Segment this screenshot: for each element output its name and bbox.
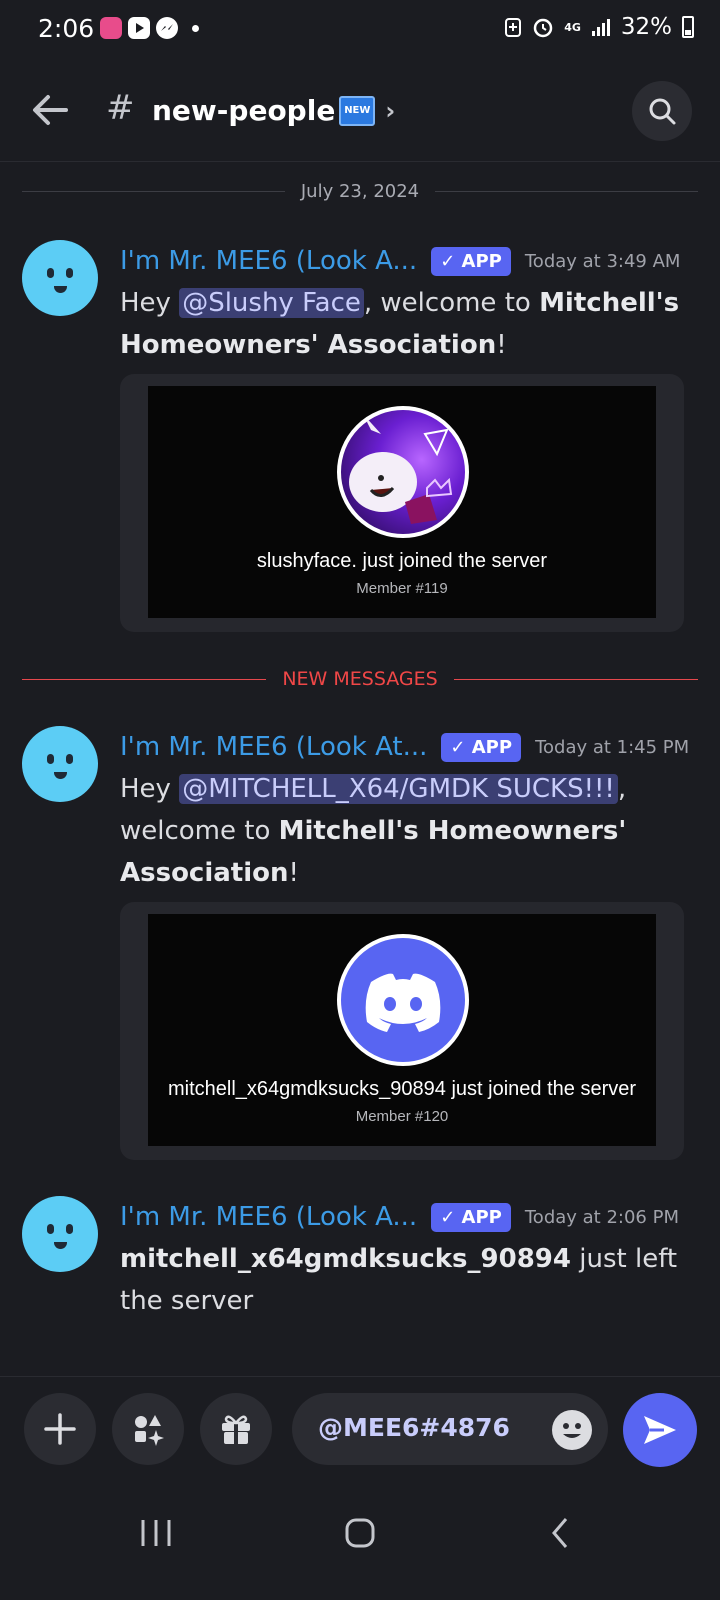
search-icon <box>649 98 676 125</box>
gift-icon <box>222 1415 250 1444</box>
network-type: 4G <box>564 20 581 34</box>
joined-text: mitchell_x64gmdksucks_90894 just joined … <box>167 1078 637 1100</box>
attach-button[interactable] <box>24 1393 96 1465</box>
date-divider-label: July 23, 2024 <box>300 180 420 202</box>
date-divider: July 23, 2024 <box>22 176 698 206</box>
youtube-icon <box>128 17 150 39</box>
emoji-smile-icon <box>563 1423 581 1438</box>
welcome-card-image: mitchell_x64gmdksucks_90894 just joined … <box>148 914 656 1146</box>
joined-text: slushyface. just joined the server <box>256 550 548 572</box>
home-button[interactable] <box>330 1508 390 1558</box>
message-timestamp: Today at 3:49 AM <box>524 250 681 272</box>
app-notification-icon <box>100 17 122 39</box>
chevron-right-icon: › <box>385 96 396 125</box>
home-icon <box>345 1518 375 1548</box>
message-text: mitchell_x64gmdksucks_90894 just left th… <box>120 1244 678 1316</box>
system-nav-bar <box>0 1480 720 1600</box>
user-mention[interactable]: @MITCHELL_X64/GMDK SUCKS!!! <box>179 774 618 804</box>
message-header: I'm Mr. MEE6 (Look A... ✓ APP Today at 2… <box>120 1198 700 1236</box>
gift-button[interactable] <box>200 1393 272 1465</box>
avatar[interactable] <box>22 726 98 802</box>
message-author[interactable]: I'm Mr. MEE6 (Look A... <box>120 246 417 276</box>
status-bar: 2:06 4G 32% <box>0 0 720 62</box>
arrow-left-icon <box>33 95 68 125</box>
message-composer: @MEE6#4876 <box>0 1376 720 1480</box>
apps-sparkle-icon <box>135 1415 164 1446</box>
send-button[interactable] <box>623 1393 697 1467</box>
discord-icon <box>365 973 441 1032</box>
message-author[interactable]: I'm Mr. MEE6 (Look At... <box>120 732 427 762</box>
status-time: 2:06 <box>38 14 95 43</box>
apps-button[interactable] <box>112 1393 184 1465</box>
avatar[interactable] <box>22 1196 98 1272</box>
battery-saver-icon <box>505 18 522 37</box>
notification-icons <box>100 17 199 39</box>
member-number: Member #120 <box>355 1108 449 1125</box>
messenger-icon <box>156 17 178 39</box>
member-number: Member #119 <box>356 580 448 597</box>
welcome-card[interactable]: slushyface. just joined the server Membe… <box>120 374 684 632</box>
app-badge: ✓ APP <box>431 246 511 276</box>
message-text: Hey @MITCHELL_X64/GMDK SUCKS!!!, welcome… <box>120 774 627 888</box>
avatar[interactable] <box>22 240 98 316</box>
recent-apps-icon <box>141 1520 171 1546</box>
emoji-button[interactable] <box>552 1410 592 1450</box>
signal-icon <box>591 19 610 36</box>
app-badge: ✓ APP <box>431 1202 511 1232</box>
message-input[interactable]: @MEE6#4876 <box>292 1393 608 1465</box>
chevron-left-icon <box>552 1518 568 1548</box>
system-back-button[interactable] <box>530 1508 590 1558</box>
welcome-card-image: slushyface. just joined the server Membe… <box>148 386 656 618</box>
search-button[interactable] <box>632 81 692 141</box>
channel-title[interactable]: new-people NEW › <box>152 94 395 127</box>
send-icon <box>644 1416 676 1444</box>
member-avatar <box>337 406 469 538</box>
welcome-card[interactable]: mitchell_x64gmdksucks_90894 just joined … <box>120 902 684 1160</box>
plus-icon <box>44 1413 76 1445</box>
message-timestamp: Today at 2:06 PM <box>524 1206 679 1228</box>
discord-default-avatar <box>337 934 469 1066</box>
username: mitchell_x64gmdksucks_90894 <box>120 1244 571 1274</box>
message-text: Hey @Slushy Face, welcome to Mitchell's … <box>120 288 680 360</box>
message-author[interactable]: I'm Mr. MEE6 (Look A... <box>120 1202 417 1232</box>
recent-apps-button[interactable] <box>126 1508 186 1558</box>
back-button[interactable] <box>30 90 70 130</box>
message-header: I'm Mr. MEE6 (Look A... ✓ APP Today at 3… <box>120 242 700 280</box>
battery-icon <box>682 16 694 38</box>
message-header: I'm Mr. MEE6 (Look At... ✓ APP Today at … <box>120 728 700 766</box>
message-timestamp: Today at 1:45 PM <box>535 736 690 758</box>
channel-hash-icon: # <box>106 88 135 128</box>
app-badge: ✓ APP <box>441 732 522 762</box>
message-input-value: @MEE6#4876 <box>318 1413 510 1442</box>
system-icons: 4G 32% <box>504 14 694 40</box>
new-messages-divider: NEW MESSAGES <box>22 664 698 694</box>
battery-percent: 32% <box>620 14 672 40</box>
channel-name: new-people <box>152 94 336 127</box>
user-mention[interactable]: @Slushy Face <box>179 288 364 318</box>
new-emoji-badge: NEW <box>339 95 376 126</box>
new-messages-label: NEW MESSAGES <box>282 668 438 690</box>
alarm-icon <box>533 18 553 38</box>
channel-header: # new-people NEW › <box>0 62 720 162</box>
more-notifications-dot <box>192 24 199 32</box>
